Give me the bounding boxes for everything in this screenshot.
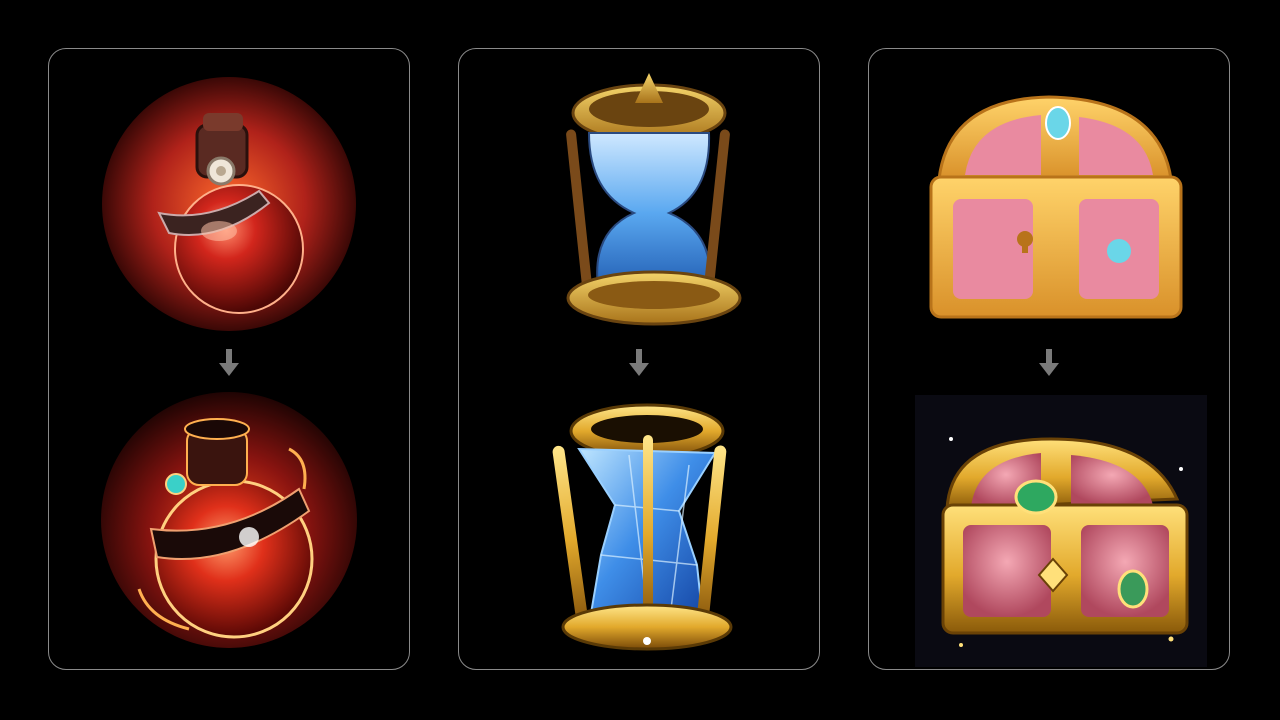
potion-after-image bbox=[49, 389, 409, 651]
red-potion-flask-icon-enhanced bbox=[101, 392, 357, 648]
comparison-stage bbox=[0, 0, 1280, 720]
potion-before-image bbox=[49, 73, 409, 335]
hourglass-before-image bbox=[459, 73, 819, 329]
down-arrow-icon bbox=[628, 349, 650, 377]
chest-before-image bbox=[869, 89, 1229, 329]
chest-comparison-card bbox=[868, 48, 1230, 670]
crystal-hourglass-icon-enhanced bbox=[552, 403, 733, 651]
chest-after-image bbox=[869, 349, 1229, 669]
gold-treasure-chest-icon-enhanced bbox=[915, 395, 1207, 667]
hourglass-comparison-card bbox=[458, 48, 820, 670]
pink-treasure-chest-icon bbox=[929, 95, 1183, 319]
potion-comparison-card bbox=[48, 48, 410, 670]
red-potion-flask-icon bbox=[102, 77, 356, 331]
hourglass-after-image bbox=[459, 395, 819, 651]
blue-hourglass-icon bbox=[566, 73, 742, 326]
down-arrow-icon bbox=[218, 349, 240, 377]
